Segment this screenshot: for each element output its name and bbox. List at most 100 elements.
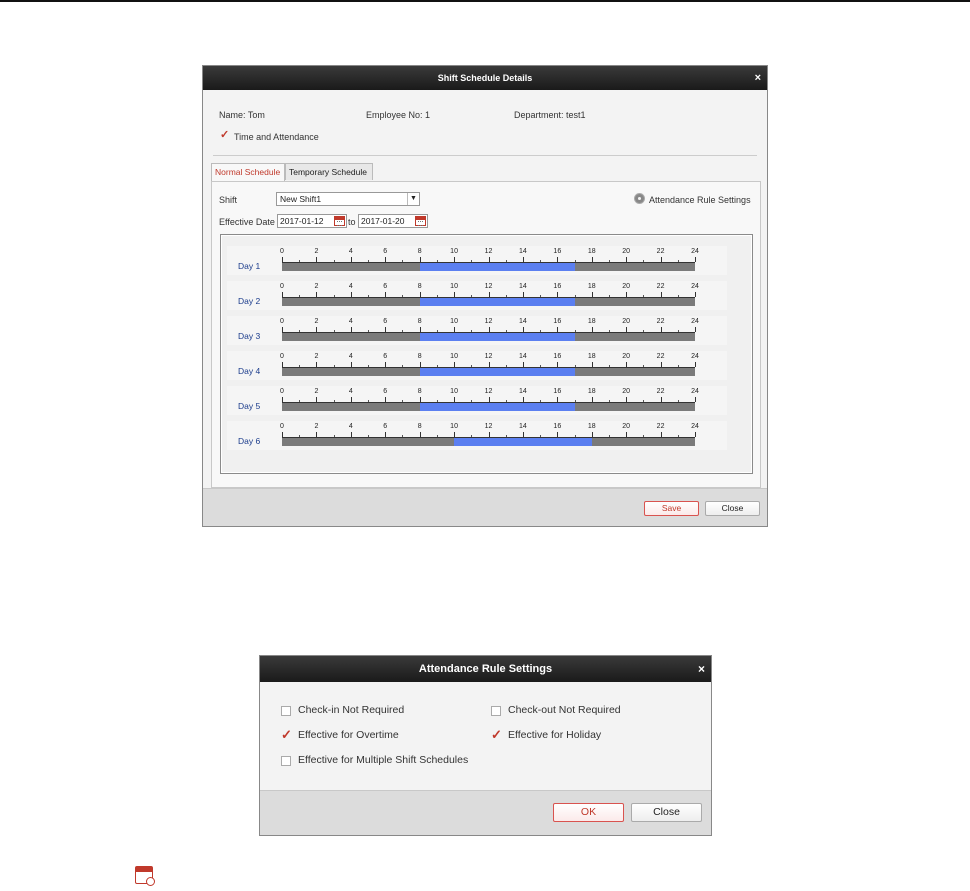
hour-label: 0 [280, 353, 284, 360]
dialog-footer: OK Close [260, 790, 711, 835]
hour-label: 10 [450, 248, 458, 255]
hour-label: 16 [553, 388, 562, 395]
hour-label: 2 [314, 388, 319, 395]
calendar-icon [135, 866, 155, 886]
hour-label: 16 [553, 353, 562, 360]
shift-label: Shift [219, 195, 238, 205]
timeline-track[interactable] [282, 438, 695, 446]
hour-label: 10 [450, 353, 458, 360]
hour-tick [695, 327, 696, 332]
hour-label: 0 [280, 423, 284, 430]
effective-date-label: Effective Date [219, 217, 275, 227]
hour-label: 18 [587, 353, 596, 360]
date-from-field[interactable]: 2017-01-12 [277, 214, 347, 228]
shift-select-value: New Shift1 [280, 194, 322, 204]
shift-select[interactable]: New Shift1 ▼ [276, 192, 420, 206]
hour-label: 22 [656, 388, 665, 395]
hour-label: 0 [280, 248, 284, 255]
hour-tick [695, 362, 696, 367]
hour-label: 20 [622, 283, 631, 290]
calendar-icon[interactable] [334, 216, 345, 226]
day-label: Day 6 [238, 436, 261, 446]
shift-segment[interactable] [419, 298, 575, 306]
check-out-not-required-checkbox[interactable] [491, 706, 501, 716]
effective-overtime-checkbox[interactable]: ✓ [281, 728, 292, 741]
calendar-icon[interactable] [415, 216, 426, 226]
timeline-track[interactable] [282, 298, 695, 306]
close-icon[interactable]: × [698, 656, 705, 682]
time-attendance-label: Time and Attendance [234, 132, 319, 142]
hour-label: 14 [519, 388, 527, 395]
shift-segment[interactable] [454, 438, 592, 446]
date-to-label: to [348, 217, 356, 227]
hour-label: 4 [348, 318, 353, 325]
ok-button[interactable]: OK [553, 803, 624, 822]
effective-holiday-label: Effective for Holiday [508, 729, 602, 741]
hour-label: 12 [484, 388, 493, 395]
multiple-shift-schedules-checkbox[interactable] [281, 756, 291, 766]
close-icon[interactable]: × [755, 66, 761, 90]
hour-label: 24 [691, 423, 699, 430]
hour-label: 14 [519, 318, 527, 325]
check-out-not-required-label: Check-out Not Required [508, 704, 621, 716]
chevron-down-icon[interactable]: ▼ [407, 193, 419, 205]
date-from-value: 2017-01-12 [280, 216, 324, 226]
attendance-rule-settings-link[interactable]: Attendance Rule Settings [649, 195, 751, 205]
hour-label: 22 [656, 318, 665, 325]
shift-segment[interactable] [419, 368, 575, 376]
hour-label: 6 [383, 353, 388, 360]
day-row: Day 2 0 2 4 6 8 10 12 14 16 18 20 22 24 [227, 281, 727, 310]
hour-label: 12 [484, 353, 493, 360]
dialog-footer: Save Close [203, 488, 767, 526]
hour-label: 18 [587, 388, 596, 395]
hour-label: 6 [383, 283, 388, 290]
check-in-not-required-label: Check-in Not Required [298, 704, 405, 716]
hour-label: 8 [417, 318, 422, 325]
shift-segment[interactable] [419, 263, 575, 271]
day-row: Day 3 0 2 4 6 8 10 12 14 16 18 20 22 24 [227, 316, 727, 345]
hour-label: 20 [622, 318, 631, 325]
effective-holiday-checkbox[interactable]: ✓ [491, 728, 502, 741]
multiple-shift-schedules-label: Effective for Multiple Shift Schedules [298, 754, 469, 766]
date-to-field[interactable]: 2017-01-20 [358, 214, 428, 228]
day-row: Day 4 0 2 4 6 8 10 12 14 16 18 20 22 24 [227, 351, 727, 380]
tab-normal-schedule[interactable]: Normal Schedule [211, 163, 285, 181]
hour-label: 20 [622, 388, 631, 395]
timeline-track[interactable] [282, 403, 695, 411]
page-top-rule [0, 0, 970, 2]
hour-tick [695, 292, 696, 297]
hour-label: 18 [587, 318, 596, 325]
close-button[interactable]: Close [705, 501, 760, 516]
time-attendance-checkbox[interactable]: ✓ [220, 130, 229, 141]
hour-label: 8 [417, 388, 422, 395]
hour-label: 14 [519, 353, 527, 360]
timeline-track[interactable] [282, 368, 695, 376]
dialog-title: Shift Schedule Details [437, 73, 533, 83]
hour-label: 16 [553, 318, 562, 325]
hour-label: 22 [656, 283, 665, 290]
day-row: Day 5 0 2 4 6 8 10 12 14 16 18 20 22 24 [227, 386, 727, 415]
hour-label: 20 [622, 423, 631, 430]
hour-label: 8 [417, 283, 422, 290]
day-label: Day 3 [238, 331, 261, 341]
shift-segment[interactable] [419, 403, 575, 411]
timeline-track[interactable] [282, 263, 695, 271]
hour-label: 8 [417, 248, 422, 255]
tab-temporary-schedule[interactable]: Temporary Schedule [285, 163, 373, 180]
hour-label: 0 [280, 318, 284, 325]
gear-icon[interactable] [635, 194, 644, 203]
close-button[interactable]: Close [631, 803, 702, 822]
save-button[interactable]: Save [644, 501, 699, 516]
hour-label: 12 [484, 423, 493, 430]
day-row: Day 1 0 2 4 6 8 10 12 14 16 18 20 22 24 [227, 246, 727, 275]
check-in-not-required-checkbox[interactable] [281, 706, 291, 716]
hour-label: 22 [656, 423, 665, 430]
timeline-track[interactable] [282, 333, 695, 341]
hour-label: 24 [691, 353, 699, 360]
hour-label: 6 [383, 318, 388, 325]
shift-schedule-dialog: Shift Schedule Details × Name: Tom Emplo… [202, 65, 768, 527]
hour-label: 8 [417, 423, 422, 430]
shift-segment[interactable] [419, 333, 575, 341]
hour-label: 6 [383, 248, 388, 255]
hour-label: 2 [314, 353, 319, 360]
